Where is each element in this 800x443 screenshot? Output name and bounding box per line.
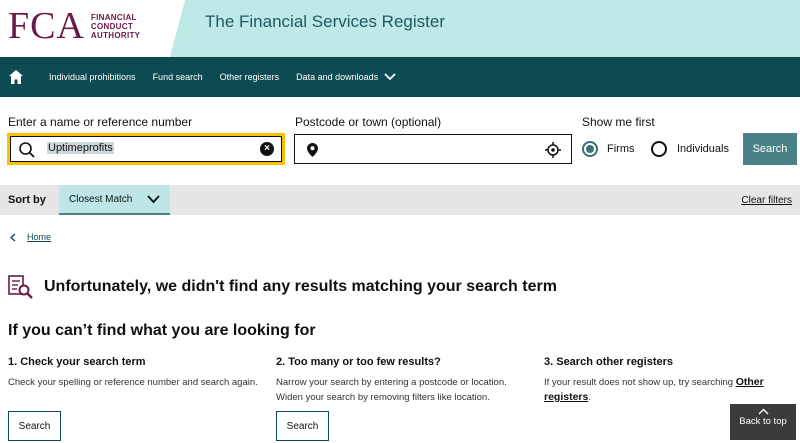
logo-subtitle: FINANCIAL CONDUCT AUTHORITY xyxy=(91,13,140,40)
crosshair-icon[interactable] xyxy=(545,142,561,158)
radio-individuals[interactable] xyxy=(651,141,667,157)
chevron-down-icon xyxy=(384,73,396,81)
nav-fund-search[interactable]: Fund search xyxy=(153,72,203,82)
help-column-heading: 2. Too many or too few results? xyxy=(276,356,441,368)
home-icon[interactable] xyxy=(0,57,32,97)
name-search-input[interactable]: Uptimeprofits × xyxy=(7,133,285,165)
no-results-banner: Unfortunately, we didn't find any result… xyxy=(8,275,557,299)
nav-other-registers[interactable]: Other registers xyxy=(220,72,280,82)
nav-label: Individual prohibitions xyxy=(49,72,136,82)
help-heading: If you can’t find what you are looking f… xyxy=(8,322,316,339)
nav-data-and-downloads[interactable]: Data and downloads xyxy=(296,72,396,82)
help-column-text: If your result does not show up, try sea… xyxy=(544,375,794,405)
fca-logo[interactable]: FCA FINANCIAL CONDUCT AUTHORITY xyxy=(8,6,140,46)
sort-select[interactable]: Closest Match xyxy=(59,185,170,215)
help-text-after: . xyxy=(588,392,591,403)
logo-line-1: FINANCIAL xyxy=(90,12,137,22)
help-column-heading: 1. Check your search term xyxy=(8,356,146,368)
search-icon xyxy=(19,142,35,158)
nav-label: Other registers xyxy=(219,72,280,82)
document-search-icon xyxy=(8,275,33,299)
radio-firms[interactable] xyxy=(582,141,598,157)
back-to-top-label: Back to top xyxy=(739,416,787,427)
clear-filters-link[interactable]: Clear filters xyxy=(741,195,792,206)
nav-label: Fund search xyxy=(152,72,203,82)
help-column-text: Check your spelling or reference number … xyxy=(8,377,258,388)
breadcrumb: Home xyxy=(10,232,51,242)
chevron-up-icon xyxy=(758,408,768,415)
show-first-label: Show me first xyxy=(582,115,655,129)
main-nav: Individual prohibitions Fund search Othe… xyxy=(0,57,800,97)
location-pin-icon xyxy=(307,143,318,157)
sort-bar: Sort by Closest Match Clear filters xyxy=(0,185,800,215)
nav-individual-prohibitions[interactable]: Individual prohibitions xyxy=(49,72,136,82)
chevron-down-icon xyxy=(147,195,160,204)
help-column-other-registers: 3. Search other registers If your result… xyxy=(544,356,794,405)
help-column-check-term: 1. Check your search term Check your spe… xyxy=(8,356,258,390)
no-results-title: Unfortunately, we didn't find any result… xyxy=(44,278,557,295)
radio-individuals-label: Individuals xyxy=(677,143,729,155)
register-title: The Financial Services Register xyxy=(205,12,445,31)
logo-letters: FCA xyxy=(8,5,85,47)
search-button[interactable]: Search xyxy=(743,133,797,165)
radio-firms-label: Firms xyxy=(607,143,635,155)
site-header: FCA FINANCIAL CONDUCT AUTHORITY The Fina… xyxy=(0,0,800,57)
logo-line-3: AUTHORITY xyxy=(90,30,141,40)
help-column-text: Narrow your search by entering a postcod… xyxy=(276,377,507,403)
check-term-search-button[interactable]: Search xyxy=(8,411,61,441)
logo-line-2: CONDUCT xyxy=(90,21,134,31)
sort-selected-value: Closest Match xyxy=(69,193,133,205)
nav-label: Data and downloads xyxy=(296,72,379,82)
postcode-input[interactable] xyxy=(294,134,572,164)
postcode-field-label: Postcode or town (optional) xyxy=(295,115,442,129)
too-many-search-button[interactable]: Search xyxy=(276,411,329,441)
back-to-top-button[interactable]: Back to top xyxy=(730,404,796,440)
help-column-heading: 3. Search other registers xyxy=(544,356,674,368)
sort-by-label: Sort by xyxy=(8,194,46,206)
help-text-before: If your result does not show up, try sea… xyxy=(544,377,736,388)
clear-input-icon[interactable]: × xyxy=(260,142,274,156)
chevron-left-icon xyxy=(10,232,16,242)
breadcrumb-home-link[interactable]: Home xyxy=(27,232,51,242)
help-column-too-many: 2. Too many or too few results? Narrow y… xyxy=(276,356,526,405)
name-field-label: Enter a name or reference number xyxy=(8,115,193,129)
name-input-value: Uptimeprofits xyxy=(47,142,114,154)
